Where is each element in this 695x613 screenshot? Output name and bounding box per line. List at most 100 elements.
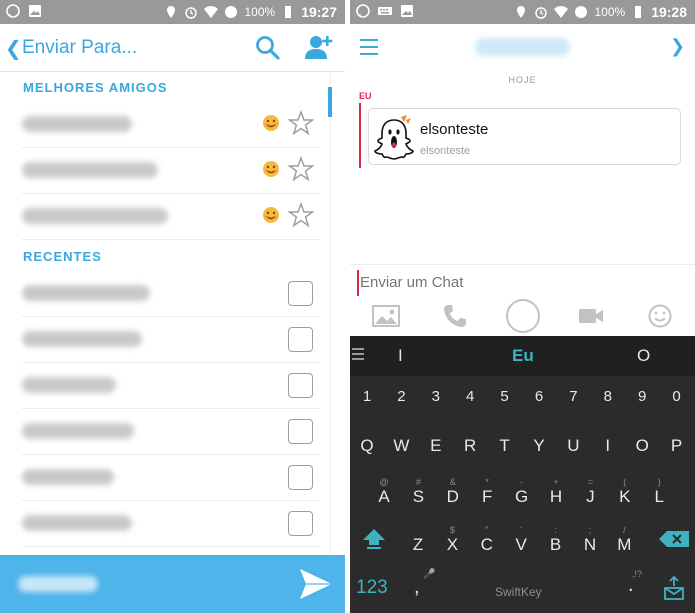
number-key[interactable]: 8: [598, 388, 618, 405]
letter-key[interactable]: (K: [615, 477, 635, 507]
number-key[interactable]: 4: [460, 388, 480, 405]
number-key[interactable]: 6: [529, 388, 549, 405]
mic-icon[interactable]: 🎤: [423, 569, 435, 580]
smile-emoji-icon: [263, 207, 279, 223]
letter-key[interactable]: @ A: [374, 477, 394, 507]
phone-icon[interactable]: [440, 302, 470, 330]
recent-row[interactable]: [22, 363, 320, 409]
scrollbar-thumb[interactable]: [328, 87, 332, 117]
letter-key[interactable]: Y: [529, 436, 549, 456]
star-icon[interactable]: [288, 156, 314, 182]
ghost-icon: [374, 115, 414, 160]
letter-key[interactable]: & D: [443, 477, 463, 507]
friend-row[interactable]: [22, 194, 320, 240]
number-key[interactable]: 1: [357, 388, 377, 405]
recent-row[interactable]: [22, 317, 320, 363]
shared-contact-card[interactable]: elsonteste elsonteste: [368, 108, 681, 165]
suggestion-left[interactable]: I: [398, 346, 403, 366]
letter-key[interactable]: ) L: [649, 477, 669, 507]
number-key[interactable]: 9: [632, 388, 652, 405]
friend-row[interactable]: [22, 148, 320, 194]
number-key[interactable]: 7: [563, 388, 583, 405]
comma-key[interactable]: ,: [414, 576, 420, 599]
chevron-right-icon[interactable]: ❯: [670, 36, 685, 57]
letter-key[interactable]: * F: [477, 477, 497, 507]
send-arrow-icon[interactable]: [298, 567, 334, 601]
whatsapp-icon: [6, 4, 20, 18]
blurred-friend-name: [22, 469, 114, 485]
letter-key[interactable]: " C: [477, 525, 497, 555]
number-key[interactable]: 0: [667, 388, 687, 405]
letter-key[interactable]: $ X: [442, 525, 462, 555]
image-icon[interactable]: [371, 302, 401, 330]
star-icon[interactable]: [288, 202, 314, 228]
key-alt-char: @: [379, 477, 389, 487]
shift-icon[interactable]: [362, 528, 386, 550]
suggestion-center[interactable]: Eu: [512, 346, 534, 366]
number-key[interactable]: 3: [426, 388, 446, 405]
keyboard-menu-icon[interactable]: [352, 348, 364, 363]
video-icon[interactable]: [576, 302, 606, 330]
suggestion-right[interactable]: O: [637, 346, 650, 366]
status-time: 19:28: [651, 4, 687, 20]
chat-header: ❯: [350, 24, 695, 72]
status-bar: 100% 19:28: [350, 0, 695, 24]
numbers-mode-key[interactable]: 123: [356, 577, 388, 599]
recent-row[interactable]: [22, 409, 320, 455]
key-alt-char: ): [657, 477, 661, 487]
chat-toolbar: [350, 296, 695, 336]
letter-key[interactable]: -G: [512, 477, 532, 507]
letter-key[interactable]: E: [426, 436, 446, 456]
letter-key[interactable]: O: [632, 436, 652, 456]
letter-key[interactable]: # S: [408, 477, 428, 507]
blurred-friend-name: [22, 423, 134, 439]
select-checkbox[interactable]: [288, 281, 313, 306]
page-title: Enviar Para...: [22, 37, 138, 58]
capture-button-icon[interactable]: [505, 298, 541, 334]
letter-key[interactable]: = J: [580, 477, 600, 507]
select-checkbox[interactable]: [288, 373, 313, 398]
letter-key[interactable]: ' V: [511, 525, 531, 555]
send-message-icon[interactable]: [664, 576, 684, 600]
key-alt-char: &: [449, 477, 456, 487]
alarm-icon: [185, 7, 198, 19]
battery-icon: [285, 6, 292, 18]
chat-divider: [350, 264, 695, 265]
period-key[interactable]: .: [628, 574, 634, 597]
backspace-icon[interactable]: [658, 530, 690, 548]
letter-key[interactable]: T: [495, 436, 515, 456]
send-bar[interactable]: [0, 555, 345, 613]
space-bar-brand[interactable]: SwiftKey: [495, 585, 542, 599]
letter-key[interactable]: :B: [546, 525, 566, 555]
select-checkbox[interactable]: [288, 511, 313, 536]
letter-key[interactable]: P: [667, 436, 687, 456]
number-key[interactable]: 2: [391, 388, 411, 405]
recent-row[interactable]: [22, 271, 320, 317]
letter-key[interactable]: Z: [408, 535, 428, 555]
letter-key[interactable]: + H: [546, 477, 566, 507]
menu-icon[interactable]: [360, 39, 378, 55]
recent-row[interactable]: [22, 455, 320, 501]
select-checkbox[interactable]: [288, 465, 313, 490]
letter-key[interactable]: I: [598, 436, 618, 456]
letter-key[interactable]: Q: [357, 436, 377, 456]
letter-key[interactable]: W: [391, 436, 411, 456]
select-checkbox[interactable]: [288, 327, 313, 352]
letter-key[interactable]: U: [563, 436, 583, 456]
friend-row[interactable]: [22, 102, 320, 148]
add-friend-icon[interactable]: [304, 33, 334, 61]
key-label: U: [567, 436, 580, 455]
chat-input[interactable]: [360, 274, 660, 291]
recent-row[interactable]: [22, 501, 320, 547]
swiftkey-keyboard: I Eu O 1 2 3 4 5 6 7 8 9 0 Q W E R T Y U I O P @ A # S & D * F - G + H =…: [350, 336, 695, 613]
letter-key[interactable]: ; N: [580, 525, 600, 555]
chevron-left-icon[interactable]: ❮: [5, 36, 22, 61]
key-label: A: [378, 487, 390, 506]
letter-key[interactable]: R: [460, 436, 480, 456]
star-icon[interactable]: [288, 110, 314, 136]
letter-key[interactable]: / M: [614, 525, 634, 555]
emoji-icon[interactable]: [645, 302, 675, 330]
search-icon[interactable]: [255, 35, 281, 61]
number-key[interactable]: 5: [495, 388, 515, 405]
select-checkbox[interactable]: [288, 419, 313, 444]
